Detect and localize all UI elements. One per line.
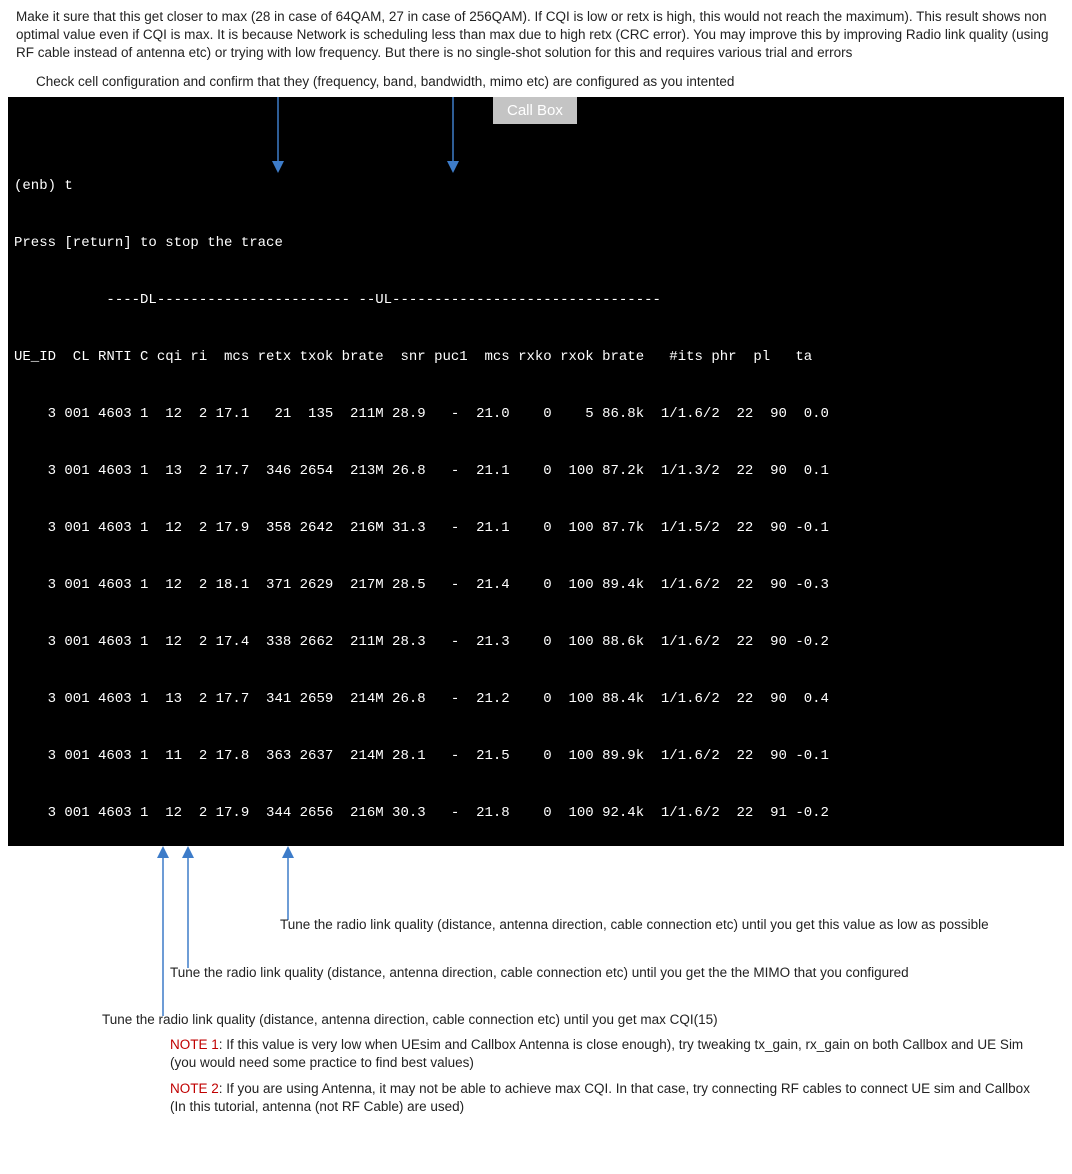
table-row: 3 001 4603 1 12 2 17.9 344 2656 216M 30.… <box>8 804 1064 823</box>
note-2-label: NOTE 2 <box>170 1081 219 1096</box>
note-1-label: NOTE 1 <box>170 1037 219 1052</box>
table-row: 3 001 4603 1 13 2 17.7 341 2659 214M 26.… <box>8 690 1064 709</box>
terminal-line-enb: (enb) t <box>8 177 1064 196</box>
paragraph-mcs-advice: Make it sure that this get closer to max… <box>8 8 1064 71</box>
tip-retx: Tune the radio link quality (distance, a… <box>280 916 1040 934</box>
note-1: NOTE 1: If this value is very low when U… <box>170 1036 1040 1072</box>
arrow-overlay-bottom <box>8 846 1072 1026</box>
table-row: 3 001 4603 1 12 2 17.9 358 2642 216M 31.… <box>8 519 1064 538</box>
terminal-line-dlul: ----DL----------------------- --UL------… <box>8 291 1064 310</box>
table-row: 3 001 4603 1 11 2 17.8 363 2637 214M 28.… <box>8 747 1064 766</box>
callbox-label: Call Box <box>493 97 577 124</box>
table-row: 3 001 4603 1 12 2 18.1 371 2629 217M 28.… <box>8 576 1064 595</box>
terminal-line-press: Press [return] to stop the trace <box>8 234 1064 253</box>
table-row: 3 001 4603 1 12 2 17.1 21 135 211M 28.9 … <box>8 405 1064 424</box>
terminal-header: UE_ID CL RNTI C cqi ri mcs retx txok bra… <box>8 348 1064 367</box>
annotations-below: Tune the radio link quality (distance, a… <box>8 846 1064 1166</box>
note-2: NOTE 2: If you are using Antenna, it may… <box>170 1080 1040 1116</box>
tip-ri-mimo: Tune the radio link quality (distance, a… <box>170 964 1040 982</box>
note-1-text: : If this value is very low when UEsim a… <box>170 1037 1023 1070</box>
table-row: 3 001 4603 1 12 2 17.4 338 2662 211M 28.… <box>8 633 1064 652</box>
paragraph-check-config: Check cell configuration and confirm tha… <box>8 71 1064 97</box>
tip-cqi: Tune the radio link quality (distance, a… <box>102 1011 1032 1029</box>
note-2-text: : If you are using Antenna, it may not b… <box>170 1081 1030 1114</box>
table-row: 3 001 4603 1 13 2 17.7 346 2654 213M 26.… <box>8 462 1064 481</box>
terminal-output: Call Box (enb) t Press [return] to stop … <box>8 97 1064 846</box>
